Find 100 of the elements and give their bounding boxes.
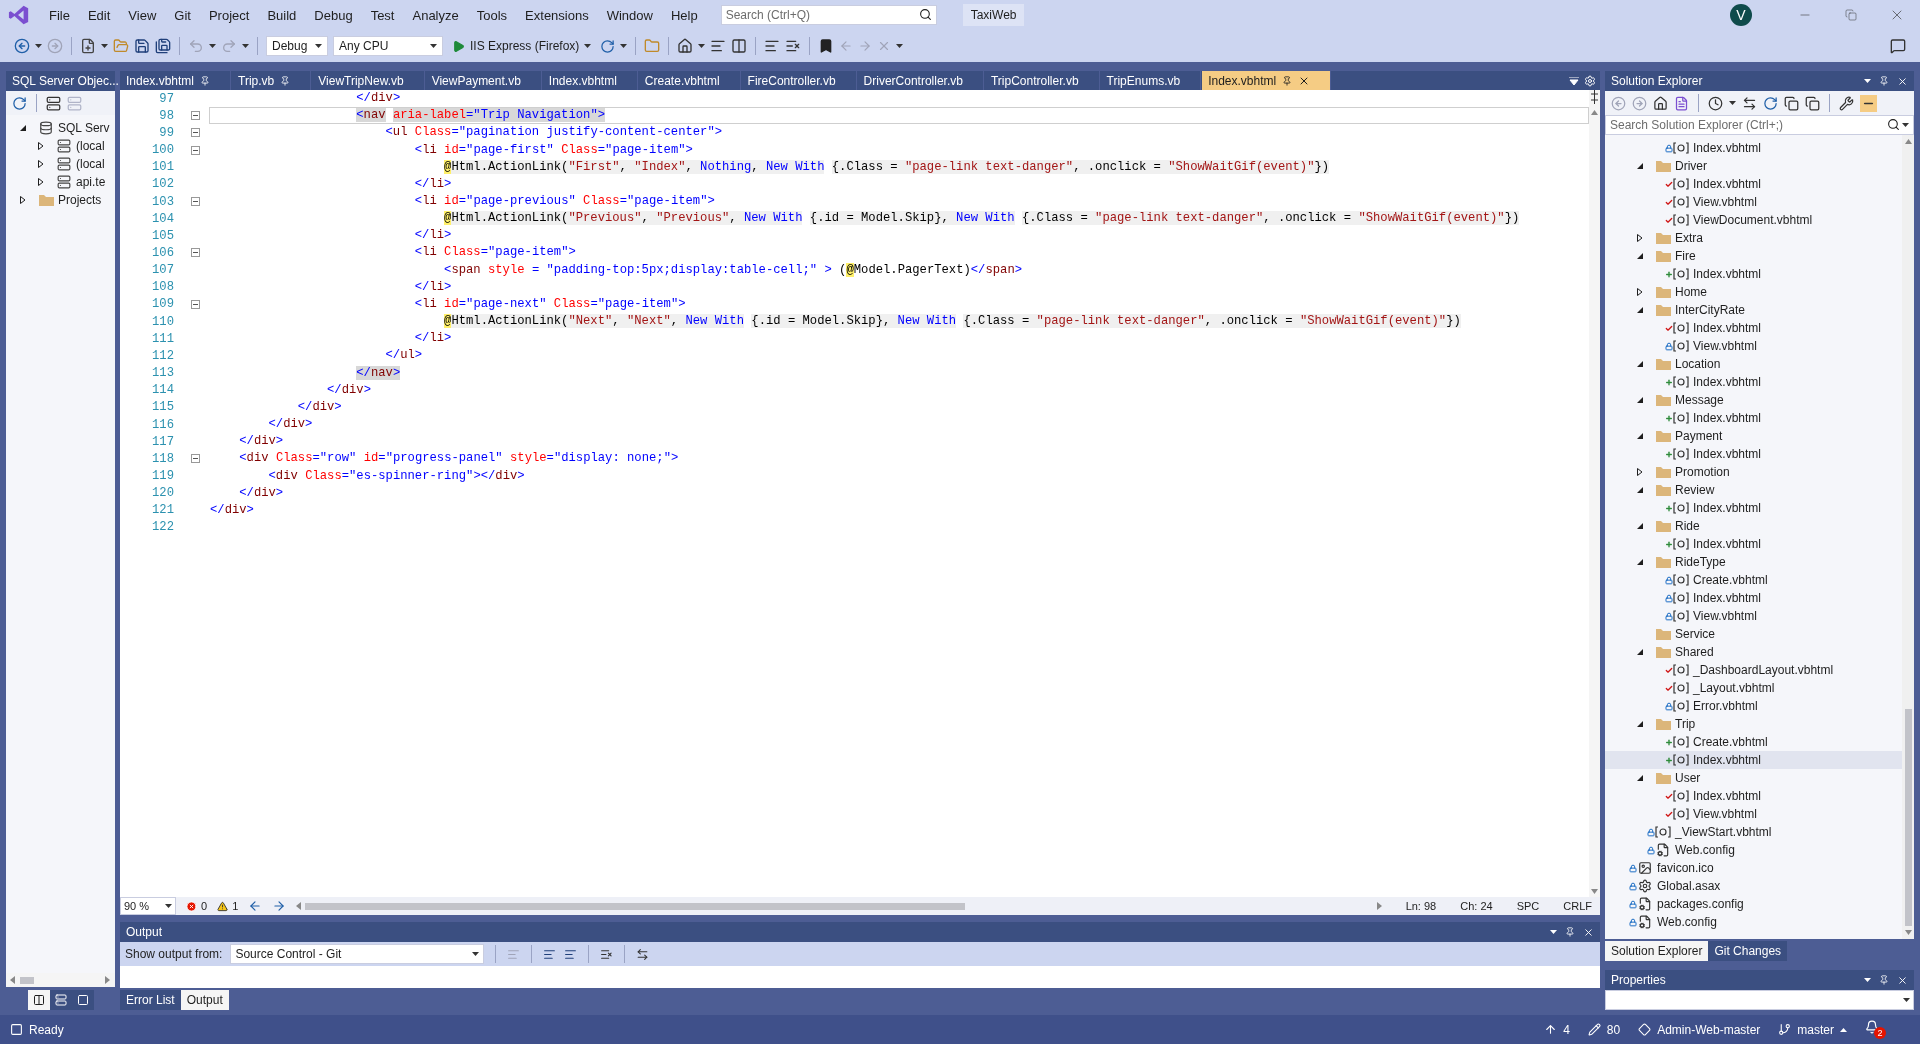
- previous-message-icon[interactable]: [543, 947, 557, 961]
- tree-item[interactable]: Error.vbhtml: [1605, 697, 1902, 715]
- collapsed-arrow-icon[interactable]: [1636, 468, 1644, 476]
- scroll-up-icon[interactable]: [1591, 110, 1598, 115]
- split-icon[interactable]: [1590, 90, 1599, 104]
- pin-icon[interactable]: [280, 75, 291, 86]
- pin-icon[interactable]: [1879, 975, 1889, 985]
- collapse-icon[interactable]: [191, 128, 200, 138]
- line-ending-indicator[interactable]: CRLF: [1563, 900, 1592, 912]
- tree-item[interactable]: Global.asax: [1605, 877, 1902, 895]
- tree-item[interactable]: _Layout.vbhtml: [1605, 679, 1902, 697]
- add-server-icon[interactable]: [46, 95, 61, 111]
- menu-item[interactable]: Window: [597, 7, 662, 23]
- tree-item[interactable]: Index.vbhtml: [1605, 139, 1902, 157]
- tree-item[interactable]: View.vbhtml: [1605, 805, 1902, 823]
- collapsed-arrow-icon[interactable]: [37, 160, 45, 168]
- view-tab[interactable]: [28, 990, 50, 1010]
- comment-icon[interactable]: [764, 38, 781, 54]
- refresh-icon[interactable]: [12, 95, 27, 111]
- expanded-arrow-icon[interactable]: [1636, 360, 1644, 368]
- collapsed-arrow-icon[interactable]: [1636, 234, 1644, 242]
- menu-item[interactable]: Build: [258, 7, 306, 23]
- expanded-arrow-icon[interactable]: [1636, 162, 1644, 170]
- expanded-arrow-icon[interactable]: [1636, 486, 1644, 494]
- tree-item[interactable]: ViewDocument.vbhtml: [1605, 211, 1902, 229]
- tree-item[interactable]: Index.vbhtml: [1605, 409, 1902, 427]
- expanded-arrow-icon[interactable]: [1636, 306, 1644, 314]
- save-all-icon[interactable]: [155, 38, 171, 54]
- back-icon[interactable]: [14, 38, 30, 54]
- scroll-up-icon[interactable]: [1904, 139, 1912, 144]
- unpushed-commits[interactable]: 4: [1544, 1022, 1570, 1037]
- notifications-button[interactable]: 2: [1865, 1020, 1886, 1039]
- collapse-icon[interactable]: [191, 111, 200, 121]
- document-icon[interactable]: [1674, 95, 1689, 111]
- run-button[interactable]: IIS Express (Firefox): [448, 37, 596, 55]
- tree-item[interactable]: Web.config: [1605, 841, 1902, 859]
- home-icon[interactable]: [1653, 95, 1668, 111]
- tree-item[interactable]: (local: [6, 137, 115, 155]
- tree-item[interactable]: Location: [1605, 355, 1902, 373]
- scroll-left-icon[interactable]: [10, 976, 16, 984]
- collapse-icon[interactable]: [191, 197, 200, 206]
- tree-item[interactable]: Message: [1605, 391, 1902, 409]
- menu-item[interactable]: Analyze: [403, 7, 468, 23]
- tree-item[interactable]: View.vbhtml: [1605, 193, 1902, 211]
- expanded-arrow-icon[interactable]: [1636, 522, 1644, 530]
- pin-icon[interactable]: [1565, 927, 1575, 937]
- tree-item[interactable]: _ViewStart.vbhtml: [1605, 823, 1902, 841]
- expanded-arrow-icon[interactable]: [1636, 720, 1644, 728]
- scroll-right-icon[interactable]: [1376, 902, 1382, 910]
- tree-item[interactable]: SQL Serv: [6, 119, 115, 137]
- menu-item[interactable]: Tools: [467, 7, 517, 23]
- tree-item[interactable]: Fire: [1605, 247, 1902, 265]
- error-count[interactable]: 0: [186, 900, 208, 912]
- whitespace-indicator[interactable]: SPC: [1516, 900, 1540, 912]
- wrench-icon[interactable]: [1839, 95, 1854, 111]
- tree-item[interactable]: Review: [1605, 481, 1902, 499]
- tree-item[interactable]: Trip: [1605, 715, 1902, 733]
- tree-item[interactable]: Projects: [6, 191, 115, 209]
- tree-item[interactable]: Service: [1605, 625, 1902, 643]
- tree-item[interactable]: Driver: [1605, 157, 1902, 175]
- navigate-forward-icon[interactable]: [272, 899, 287, 913]
- collapse-icon[interactable]: [191, 299, 200, 309]
- tree-item[interactable]: Create.vbhtml: [1605, 571, 1902, 589]
- indent-icon[interactable]: [710, 38, 727, 54]
- tree-item[interactable]: Index.vbhtml: [1605, 751, 1902, 769]
- tree-item[interactable]: Index.vbhtml: [1605, 175, 1902, 193]
- tree-item[interactable]: Shared: [1605, 643, 1902, 661]
- close-icon[interactable]: [1897, 75, 1908, 87]
- scrollbar-thumb[interactable]: [1904, 708, 1912, 926]
- refresh-icon[interactable]: [600, 38, 616, 54]
- tree-item[interactable]: User: [1605, 769, 1902, 787]
- home-icon[interactable]: [677, 38, 694, 54]
- search-field[interactable]: Search Solution Explorer (Ctrl+;): [1605, 115, 1914, 135]
- expanded-arrow-icon[interactable]: [1636, 396, 1644, 404]
- preview-toggle-button[interactable]: [1860, 94, 1877, 112]
- output-window-icon[interactable]: [10, 1023, 23, 1036]
- close-icon[interactable]: [1897, 974, 1908, 986]
- expanded-arrow-icon[interactable]: [1636, 648, 1644, 656]
- show-all-files-icon[interactable]: [1805, 95, 1820, 111]
- tree-item[interactable]: Index.vbhtml: [1605, 589, 1902, 607]
- tree-item[interactable]: Home: [1605, 283, 1902, 301]
- tree-item[interactable]: packages.config: [1605, 895, 1902, 913]
- word-wrap-icon[interactable]: [636, 947, 650, 961]
- menu-item[interactable]: File: [40, 7, 79, 23]
- menu-item[interactable]: View: [119, 7, 166, 23]
- pin-icon[interactable]: [200, 75, 211, 86]
- pin-icon[interactable]: [1879, 76, 1889, 86]
- collapsed-arrow-icon[interactable]: [19, 196, 27, 204]
- menu-item[interactable]: Test: [361, 7, 404, 23]
- panel-tab[interactable]: Git Changes: [1708, 941, 1788, 961]
- sync-icon[interactable]: [1742, 95, 1757, 111]
- scroll-down-icon[interactable]: [1591, 889, 1598, 894]
- repository-selector[interactable]: Admin-Web-master: [1638, 1022, 1761, 1037]
- settings-icon[interactable]: [1584, 74, 1596, 87]
- account-avatar[interactable]: V: [1730, 4, 1752, 26]
- pending-changes[interactable]: 80: [1587, 1022, 1621, 1037]
- tree-item[interactable]: api.te: [6, 173, 115, 191]
- tree-item[interactable]: Index.vbhtml: [1605, 265, 1902, 283]
- clear-all-icon[interactable]: [600, 947, 614, 961]
- next-message-icon[interactable]: [564, 947, 578, 961]
